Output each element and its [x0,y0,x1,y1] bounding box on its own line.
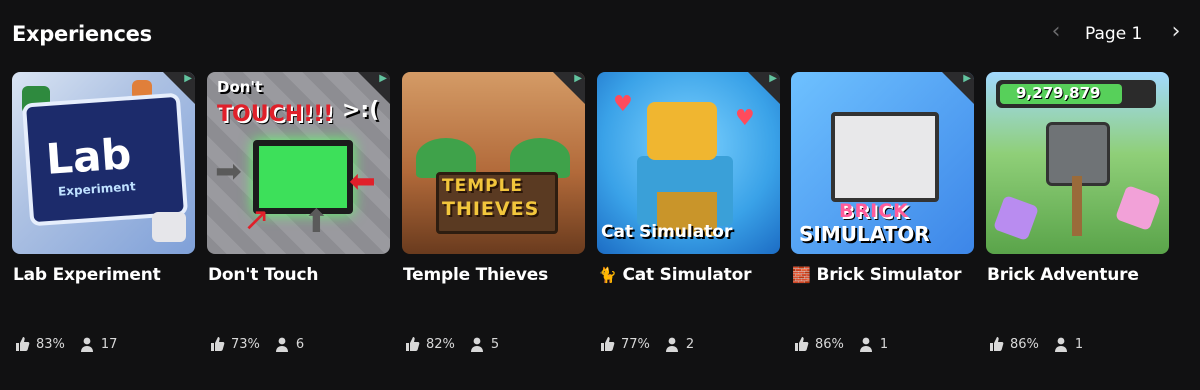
experience-card-temple-thieves[interactable]: TEMPLE THIEVES ▶ Temple Thieves 82% 5 [402,72,585,352]
chevron-left-icon[interactable]: ‹ [1044,21,1068,46]
experience-stats: 86% 1 [988,336,1083,352]
page-label: Page 1 [1085,24,1143,44]
experience-title: Lab Experiment [13,265,161,285]
shark-icon: ▶ [769,73,777,84]
experience-name: Brick Simulator [816,265,962,285]
thumbnail-text: SIMULATOR [799,222,930,246]
experience-title: 🧱 Brick Simulator [792,265,962,285]
shark-icon: ▶ [379,73,387,84]
experience-name: Brick Adventure [987,265,1139,285]
thumbs-up-icon [211,337,225,351]
player-count: 17 [100,336,118,352]
brick-emoji-icon: 🧱 [792,266,811,284]
experience-stats: 73% 6 [209,336,304,352]
section-title: Experiences [12,22,152,46]
thumbnail-text: Don't [217,78,263,96]
experience-title: Temple Thieves [403,265,548,285]
experience-title: Don't Touch [208,265,318,285]
experience-title: 🐈 Cat Simulator [598,265,751,285]
experience-card-lab-experiment[interactable]: Lab Experiment ▶ Lab Experiment 83% 17 [12,72,195,352]
thumbs-up-icon [406,337,420,351]
experience-name: Don't Touch [208,265,319,285]
player-count: 1 [1074,336,1084,352]
thumbnail-text: Cat Simulator [601,222,733,242]
experience-thumbnail[interactable]: Don't TOUCH!!! >:( ➡ ⬅ ↗ ⬆ ▶ [207,72,390,254]
rating-value: 73% [231,336,260,352]
person-icon [1054,337,1067,352]
experience-thumbnail[interactable]: TEMPLE THIEVES ▶ [402,72,585,254]
shark-icon: ▶ [574,73,582,84]
rating-value: 77% [621,336,650,352]
cat-emoji-icon: 🐈 [598,266,617,284]
experience-title: Brick Adventure [987,265,1139,285]
thumbnail-text: BRICK [839,200,909,222]
experience-stats: 83% 17 [14,336,117,352]
thumbs-up-icon [990,337,1004,351]
player-count: 5 [490,336,500,352]
rating-value: 83% [36,336,65,352]
experience-stats: 82% 5 [404,336,499,352]
experience-thumbnail[interactable]: Lab Experiment ▶ [12,72,195,254]
rating-value: 82% [426,336,455,352]
player-count: 6 [295,336,305,352]
experience-card-cat-simulator[interactable]: ♥ ♥ Cat Simulator ▶ 🐈 Cat Simulator 77% 2 [597,72,780,352]
experience-name: Temple Thieves [403,265,549,285]
thumbnail-text: Lab [44,129,133,184]
person-icon [665,337,678,352]
experience-stats: 77% 2 [599,336,694,352]
person-icon [470,337,483,352]
person-icon [80,337,93,352]
person-icon [859,337,872,352]
thumbnail-text: THIEVES [442,198,540,220]
chevron-right-icon[interactable]: › [1164,21,1188,46]
experience-card-brick-adventure[interactable]: 9,279,879 Brick Adventure 86% 1 [986,72,1169,352]
rating-value: 86% [1010,336,1039,352]
experience-thumbnail[interactable]: 9,279,879 [986,72,1169,254]
thumbs-up-icon [16,337,30,351]
player-count: 2 [685,336,695,352]
thumbs-up-icon [795,337,809,351]
rating-value: 86% [815,336,844,352]
thumbs-up-icon [601,337,615,351]
thumbnail-text: TOUCH!!! [217,102,334,127]
player-count: 1 [879,336,889,352]
experience-card-dont-touch[interactable]: Don't TOUCH!!! >:( ➡ ⬅ ↗ ⬆ ▶ Don't Touch… [207,72,390,352]
experience-name: Cat Simulator [622,265,752,285]
shark-icon: ▶ [963,73,971,84]
experience-card-brick-simulator[interactable]: BRICK SIMULATOR ▶ 🧱 Brick Simulator 86% 1 [791,72,974,352]
shark-icon: ▶ [184,73,192,84]
experience-thumbnail[interactable]: ♥ ♥ Cat Simulator ▶ [597,72,780,254]
thumbnail-text: TEMPLE [442,176,524,196]
experience-thumbnail[interactable]: BRICK SIMULATOR ▶ [791,72,974,254]
experience-name: Lab Experiment [13,265,161,285]
person-icon [275,337,288,352]
experience-stats: 86% 1 [793,336,888,352]
thumbnail-text: 9,279,879 [1016,84,1101,102]
